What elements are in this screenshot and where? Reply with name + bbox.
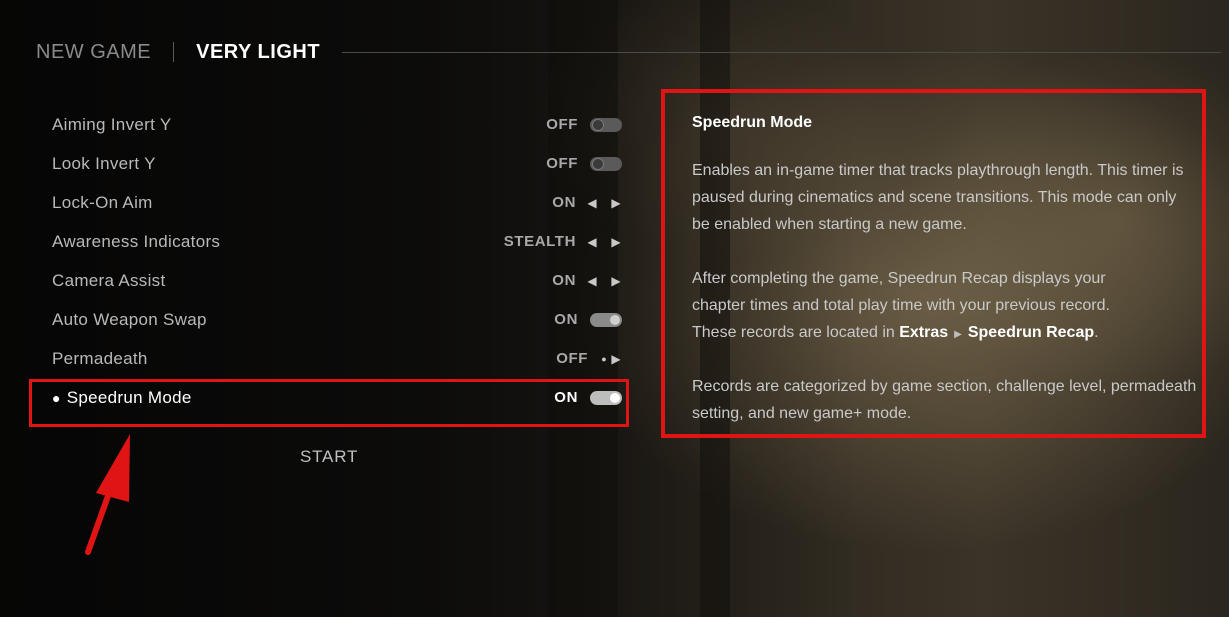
annotation-arrow: [85, 434, 130, 555]
